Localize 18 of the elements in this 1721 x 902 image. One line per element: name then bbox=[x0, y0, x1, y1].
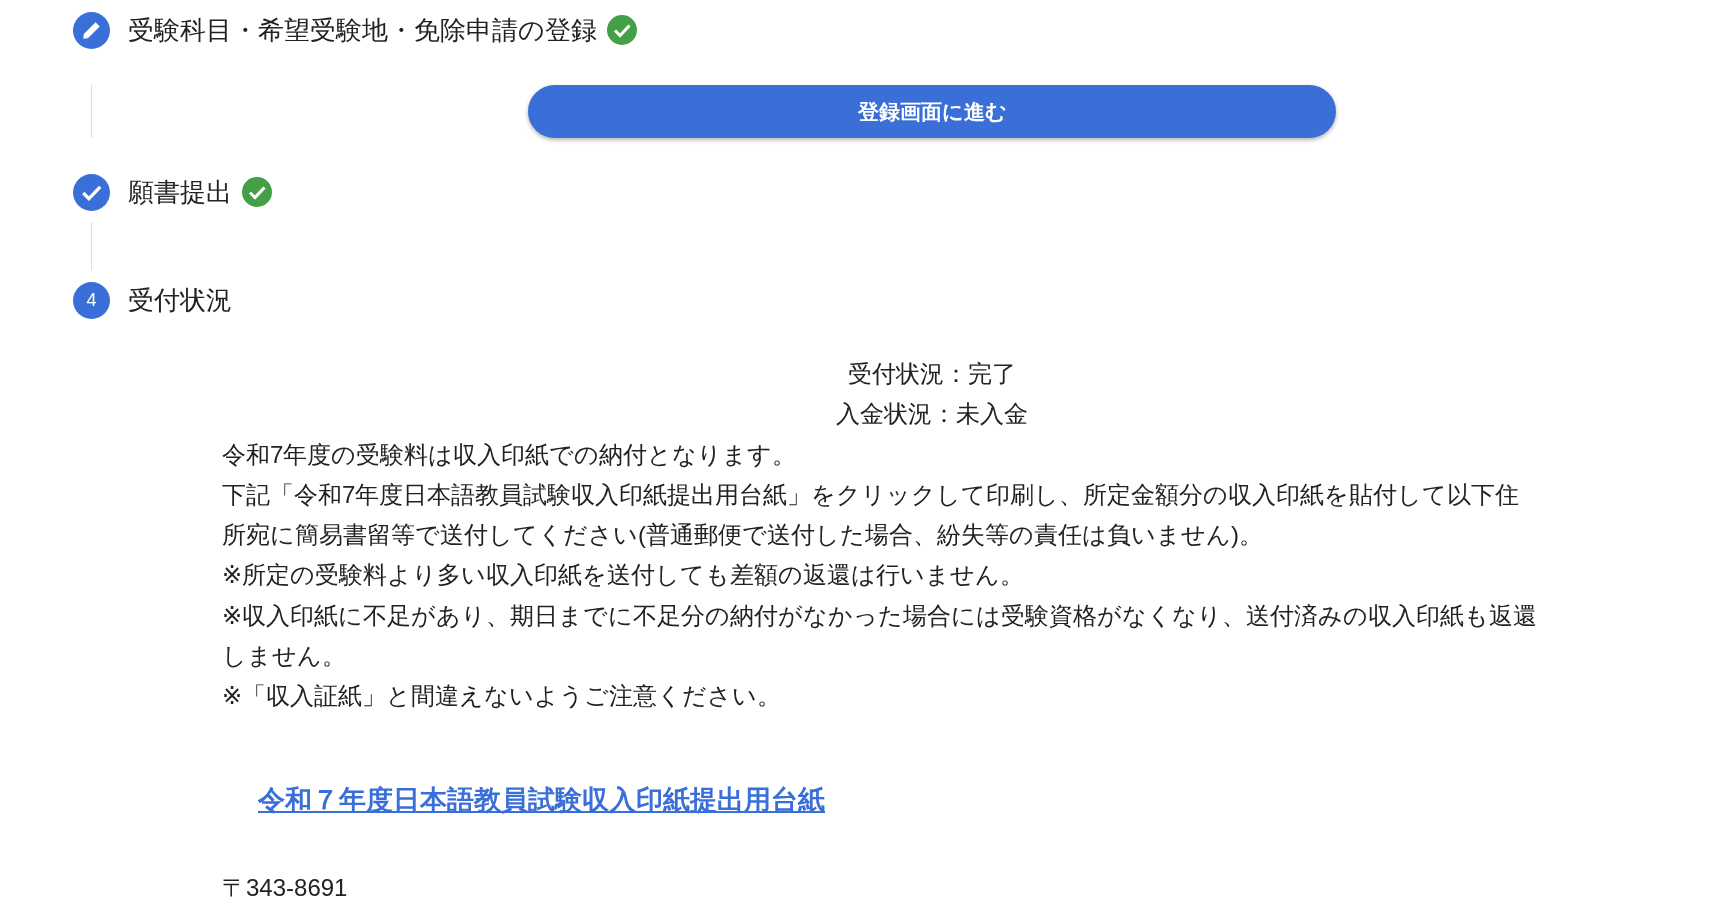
step-title: 受付状況 bbox=[128, 283, 232, 317]
notice-text: 令和7年度の受験料は収入印紙での納付となります。 bbox=[222, 439, 798, 470]
status-text: 受付状況：完了 bbox=[846, 359, 1017, 389]
notice-text: ※「収入証紙」と間違えないようご注意ください。 bbox=[222, 681, 783, 712]
form-link[interactable]: 令和７年度日本語教員試験収入印紙提出用台紙 bbox=[258, 784, 825, 815]
notice-text: ※所定の受験料より多い収入印紙を送付しても差額の返還は行いません。 bbox=[222, 560, 1026, 591]
pencil-icon bbox=[73, 11, 110, 49]
step-title: 願書提出 bbox=[128, 175, 232, 209]
step-number: 4 bbox=[73, 281, 110, 319]
check-icon bbox=[73, 173, 110, 211]
notice-text: 下記「令和7年度日本語教員試験収入印紙提出用台紙」をクリックして印刷し、所定金額分の収入印紙を貼付して以下住所宛に簡易書留等で送付してください(普通郵便で送付した場合、紛失等の責任は負いません)。 bbox=[222, 479, 1521, 551]
register-button[interactable]: 登録画面に進む bbox=[528, 85, 1336, 138]
postal-code: 〒343-8691 bbox=[222, 872, 349, 902]
step-title: 受験科目・希望受験地・免除申請の登録 bbox=[128, 13, 597, 47]
notice-text: ※収入印紙に不足があり、期日までに不足分の納付がなかった場合には受験資格がなくなり、送付済みの収入印紙も返還しません。 bbox=[222, 600, 1539, 672]
status-text: 入金状況：未入金 bbox=[834, 399, 1029, 430]
check-icon bbox=[242, 177, 272, 207]
check-icon bbox=[607, 15, 637, 45]
